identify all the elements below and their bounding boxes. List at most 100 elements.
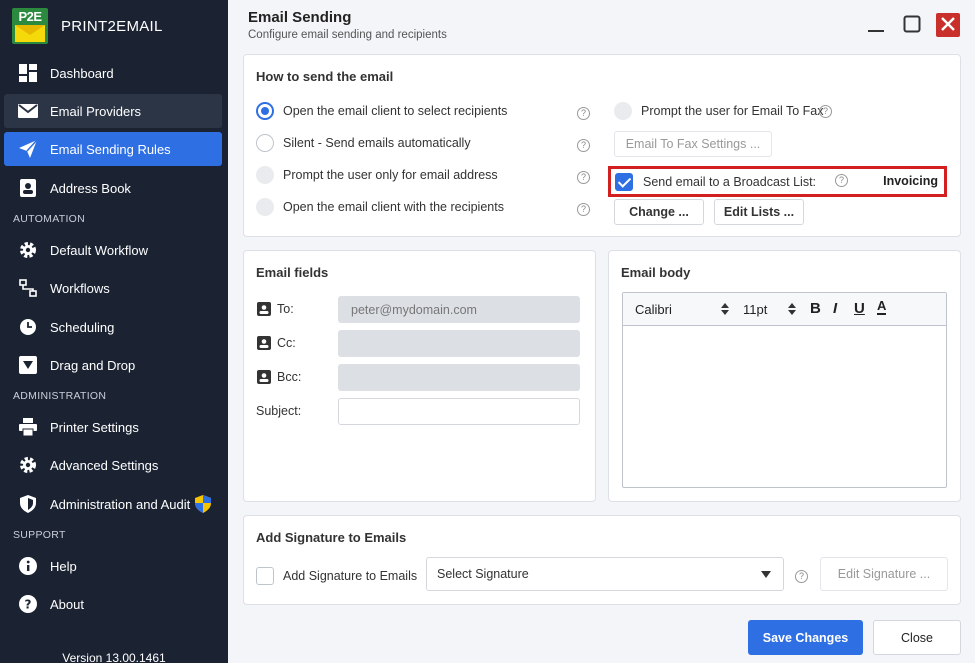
sidebar-item-label: Address Book <box>50 180 131 196</box>
clock-icon <box>18 317 38 337</box>
broadcast-list-row: Send email to a Broadcast List: ? Invoic… <box>608 166 947 197</box>
gear-icon <box>18 455 38 475</box>
bcc-field[interactable] <box>338 364 580 391</box>
section-administration: ADMINISTRATION <box>13 390 107 402</box>
editor-toolbar: Calibri 11pt B I U A <box>623 293 946 326</box>
contact-card-icon <box>18 178 38 198</box>
email-fields-title: Email fields <box>256 265 329 280</box>
save-changes-button[interactable]: Save Changes <box>748 620 863 655</box>
broadcast-checkbox[interactable] <box>615 172 633 191</box>
gear-icon <box>18 240 38 260</box>
underline-button[interactable]: U <box>854 300 865 317</box>
sidebar-item-label: Help <box>50 558 77 574</box>
font-select-arrows-icon[interactable] <box>721 303 729 318</box>
sidebar-item-address-book[interactable]: Address Book <box>4 171 222 205</box>
sidebar-item-email-providers[interactable]: Email Providers <box>4 94 222 128</box>
email-to-fax-settings-button[interactable]: Email To Fax Settings ... <box>614 131 772 157</box>
subject-label: Subject: <box>256 404 302 418</box>
radio-button[interactable] <box>256 166 274 184</box>
signature-select[interactable]: Select Signature <box>426 557 784 591</box>
radio-button[interactable] <box>256 198 274 216</box>
sidebar-item-help[interactable]: Help <box>4 549 222 583</box>
sidebar: P2E PRINT2EMAIL Dashboard Email Provider… <box>0 0 228 663</box>
cc-label: Cc: <box>257 336 296 350</box>
to-field[interactable]: peter@mydomain.com <box>338 296 580 323</box>
help-icon[interactable]: ? <box>795 570 808 583</box>
help-icon[interactable]: ? <box>577 203 590 216</box>
email-body-editor[interactable]: Calibri 11pt B I U A <box>622 292 947 488</box>
dropdown-triangle-icon <box>18 355 38 375</box>
signature-select-value: Select Signature <box>437 567 529 581</box>
help-icon[interactable]: ? <box>577 107 590 120</box>
sidebar-item-label: Printer Settings <box>50 419 139 435</box>
edit-lists-button[interactable]: Edit Lists ... <box>714 199 804 225</box>
checkbox-prompt-email-to-fax[interactable]: Prompt the user for Email To Fax <box>614 102 823 120</box>
help-icon[interactable]: ? <box>835 174 848 187</box>
sidebar-item-label: Default Workflow <box>50 242 149 258</box>
fax-toggle[interactable] <box>614 102 632 120</box>
add-signature-checkbox[interactable] <box>256 567 274 585</box>
p2e-logo-icon: P2E <box>12 8 48 44</box>
section-support: SUPPORT <box>13 529 66 541</box>
sidebar-item-about[interactable]: ? About <box>4 587 222 621</box>
sidebar-item-label: Scheduling <box>50 319 115 335</box>
bcc-label: Bcc: <box>257 370 301 384</box>
radio-button[interactable] <box>256 102 274 120</box>
sidebar-item-printer-settings[interactable]: Printer Settings <box>4 410 222 444</box>
sidebar-item-label: About <box>50 596 84 612</box>
cc-field[interactable] <box>338 330 580 357</box>
bold-button[interactable]: B <box>810 300 821 317</box>
sidebar-item-label: Email Providers <box>50 103 142 119</box>
font-select[interactable]: Calibri <box>635 302 672 317</box>
chevron-down-icon <box>761 571 771 578</box>
dashboard-icon <box>18 63 38 83</box>
help-icon[interactable]: ? <box>819 105 832 118</box>
fax-label: Prompt the user for Email To Fax <box>641 104 824 118</box>
text-color-button[interactable]: A <box>877 299 887 315</box>
sidebar-item-email-sending-rules[interactable]: Email Sending Rules <box>4 132 222 166</box>
help-icon[interactable]: ? <box>577 171 590 184</box>
change-broadcast-button[interactable]: Change ... <box>614 199 704 225</box>
sidebar-item-administration-and-audit[interactable]: Administration and Audit <box>4 487 222 521</box>
radio-silent-send[interactable]: Silent - Send emails automatically <box>256 134 471 152</box>
close-window-button[interactable] <box>936 13 960 37</box>
italic-button[interactable]: I <box>833 300 837 317</box>
signature-title: Add Signature to Emails <box>256 530 407 545</box>
radio-button[interactable] <box>256 134 274 152</box>
sidebar-item-scheduling[interactable]: Scheduling <box>4 310 222 344</box>
minimize-button[interactable] <box>865 14 887 36</box>
printer-icon <box>18 417 38 437</box>
radio-label: Silent - Send emails automatically <box>283 136 471 150</box>
sidebar-item-advanced-settings[interactable]: Advanced Settings <box>4 448 222 482</box>
sidebar-item-default-workflow[interactable]: Default Workflow <box>4 233 222 267</box>
add-signature-checkbox-row[interactable]: Add Signature to Emails <box>256 567 417 585</box>
edit-signature-button[interactable]: Edit Signature ... <box>820 557 948 591</box>
contact-card-icon <box>257 336 271 350</box>
size-select-arrows-icon[interactable] <box>788 303 796 318</box>
help-icon[interactable]: ? <box>577 139 590 152</box>
maximize-icon <box>903 15 921 36</box>
to-label: To: <box>257 302 294 316</box>
brand-name: PRINT2EMAIL <box>61 17 163 35</box>
maximize-button[interactable] <box>901 14 923 36</box>
minimize-icon <box>867 15 885 36</box>
sidebar-item-workflows[interactable]: Workflows <box>4 271 222 305</box>
close-button[interactable]: Close <box>873 620 961 655</box>
radio-open-client-select[interactable]: Open the email client to select recipien… <box>256 102 507 120</box>
question-icon: ? <box>18 594 38 614</box>
radio-label: Open the email client to select recipien… <box>283 104 508 118</box>
radio-prompt-email-address[interactable]: Prompt the user only for email address <box>256 166 498 184</box>
sidebar-item-dashboard[interactable]: Dashboard <box>4 56 222 90</box>
contact-card-icon <box>257 370 271 384</box>
subject-field[interactable] <box>338 398 580 425</box>
sidebar-item-drag-and-drop[interactable]: Drag and Drop <box>4 348 222 382</box>
radio-label: Prompt the user only for email address <box>283 168 498 182</box>
paper-plane-icon <box>18 139 38 159</box>
svg-text:?: ? <box>25 598 32 612</box>
info-icon <box>18 556 38 576</box>
page-subtitle: Configure email sending and recipients <box>248 29 447 41</box>
size-select[interactable]: 11pt <box>743 302 767 317</box>
radio-open-client-recipients[interactable]: Open the email client with the recipient… <box>256 198 504 216</box>
broadcast-list-value: Invoicing <box>883 174 938 188</box>
sidebar-item-label: Drag and Drop <box>50 357 136 373</box>
